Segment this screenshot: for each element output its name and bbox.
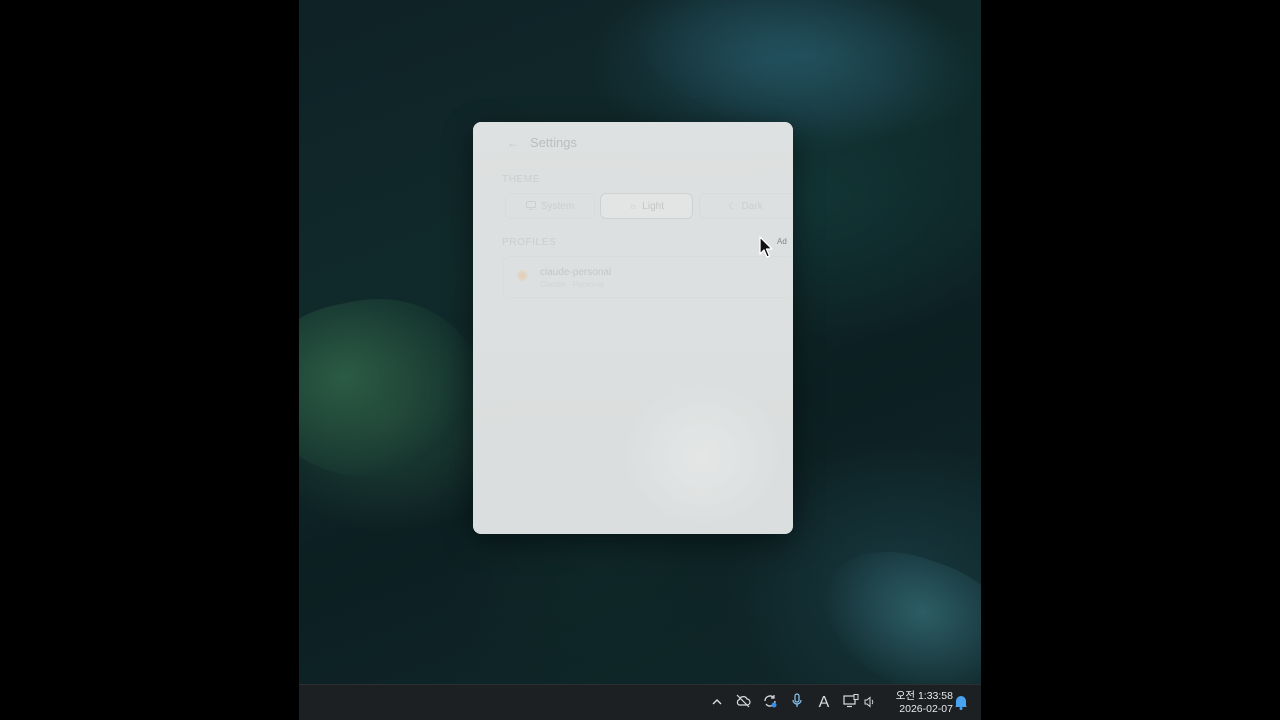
settings-panel: ← Settings THEME System ☼ Light ☾ Dark P… [473,122,793,534]
sun-icon: ☼ [629,201,638,211]
mouse-cursor-icon [759,236,773,258]
profile-item[interactable]: ✺ claude-personal Claude · Personal [503,256,793,298]
theme-light-button[interactable]: ☼ Light [600,193,693,219]
network-icon[interactable] [841,693,861,713]
add-profile-link[interactable]: Ad [777,237,787,246]
volume-icon[interactable] [860,693,880,713]
chevron-up-icon[interactable] [707,693,727,713]
monitor-icon [525,200,536,212]
claude-logo-icon: ✺ [516,268,529,285]
theme-system-button[interactable]: System [505,193,595,219]
moon-icon: ☾ [728,200,737,211]
taskbar: A 오전 1:33:58 2026-02-07 [299,684,981,720]
notification-bell-icon[interactable] [954,694,972,712]
theme-light-label: Light [642,200,664,212]
wallpaper-leaf [299,279,496,501]
taskbar-clock[interactable]: 오전 1:33:58 2026-02-07 [885,690,953,716]
cloud-off-icon[interactable] [733,693,753,713]
profile-name: claude-personal [540,267,612,278]
theme-dark-button[interactable]: ☾ Dark [699,193,791,219]
theme-dark-label: Dark [741,200,763,212]
ime-icon[interactable]: A [814,693,834,713]
panel-reflection [623,382,783,532]
panel-title: Settings [530,135,577,150]
back-arrow-icon[interactable]: ← [505,135,521,151]
clock-time: 오전 1:33:58 [895,690,953,702]
profile-subtitle: Claude · Personal [540,280,605,289]
sync-icon[interactable] [760,693,780,713]
theme-system-label: System [540,200,575,212]
clock-date: 2026-02-07 [899,703,953,715]
profiles-section-label: PROFILES [502,237,557,248]
microphone-icon[interactable] [787,693,807,713]
theme-section-label: THEME [502,174,540,185]
